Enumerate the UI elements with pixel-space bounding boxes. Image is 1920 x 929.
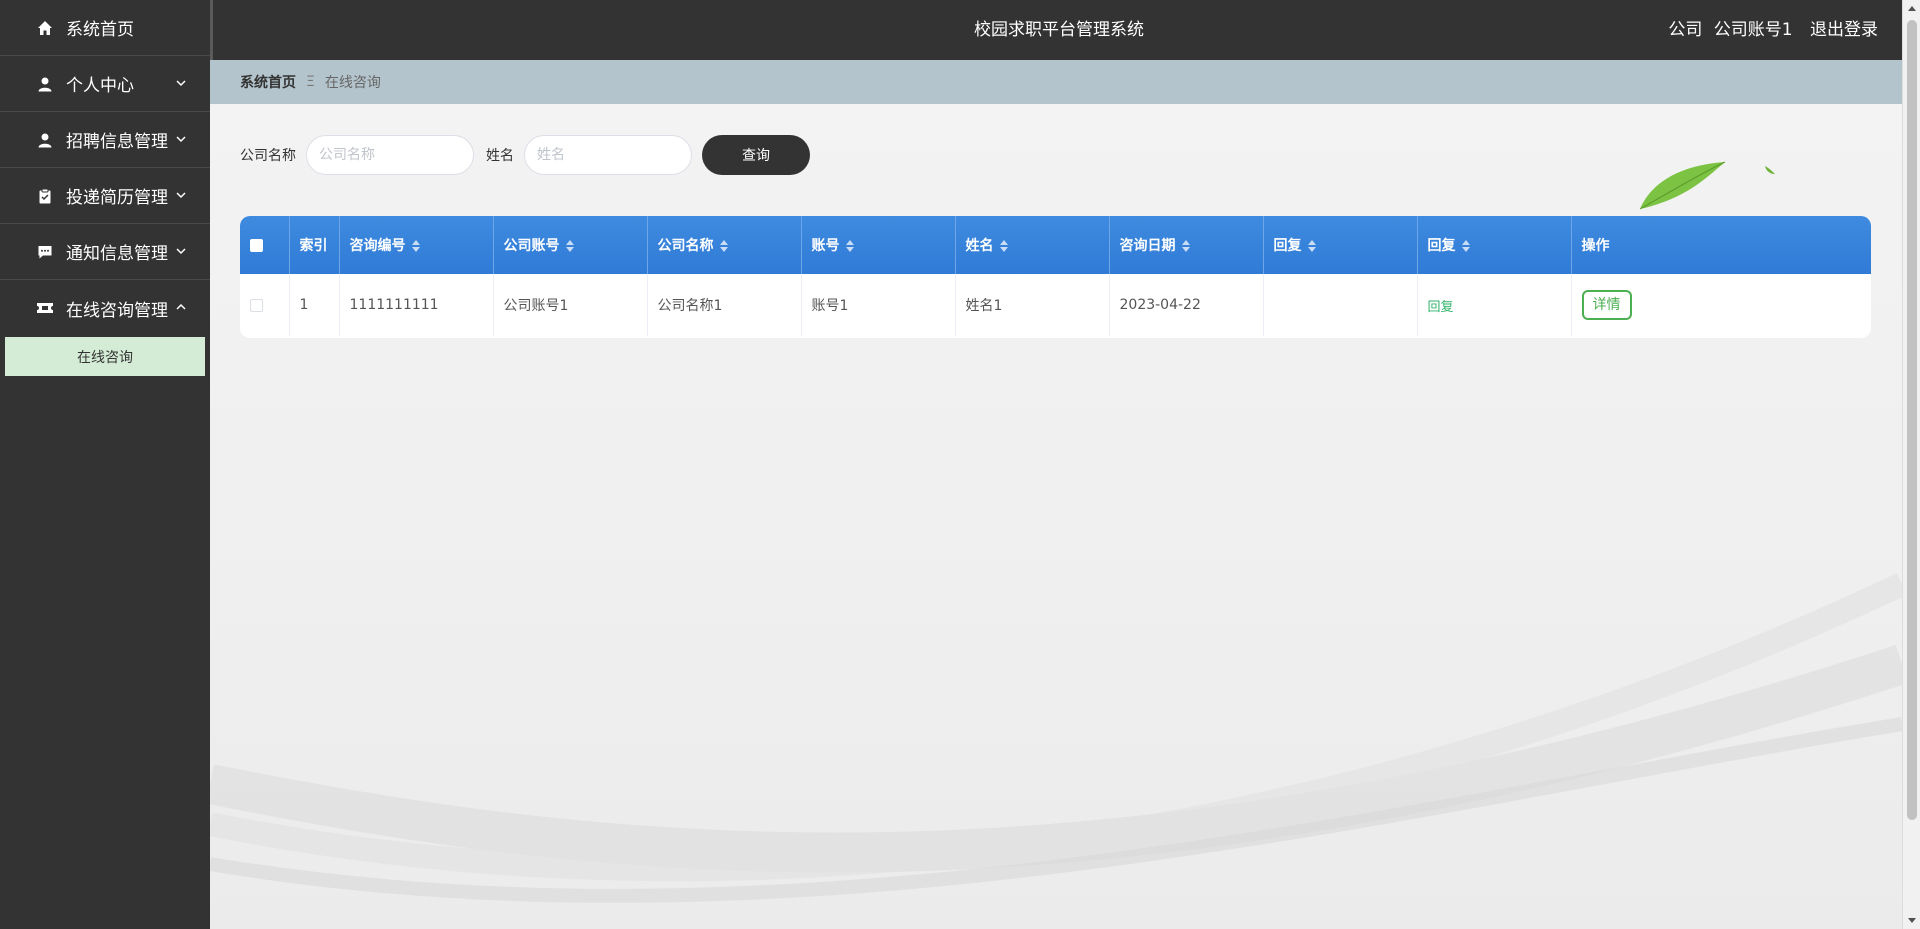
sort-icon[interactable] (1461, 240, 1470, 252)
sidebar-item-label: 招聘信息管理 (66, 132, 168, 152)
sidebar-item-notice[interactable]: 通知信息管理 (0, 224, 210, 280)
sidebar-item-label: 个人中心 (66, 76, 134, 96)
vertical-scrollbar[interactable] (1902, 0, 1920, 929)
sort-icon[interactable] (845, 240, 854, 252)
column-header: 操作 (1581, 238, 1610, 254)
sidebar-item-label: 通知信息管理 (66, 244, 168, 264)
chevron-up-icon (176, 303, 186, 310)
table-row: 1 1111111111 公司账号1 公司名称1 账号1 姓名1 2023-04… (240, 274, 1871, 336)
message-icon (36, 243, 54, 261)
sidebar-item-label: 在线咨询管理 (66, 300, 168, 321)
company-name-label: 公司名称 (240, 148, 296, 164)
column-header[interactable]: 账号 (801, 216, 956, 274)
sort-icon[interactable] (999, 240, 1008, 252)
sort-icon[interactable] (565, 240, 574, 252)
table-header-row: 索引 咨询编号 公司账号 公司名称 账号 姓名 咨询日期 回复 回复 操作 (240, 216, 1871, 274)
sidebar-item-label: 系统首页 (66, 20, 134, 40)
cell-company-name: 公司名称1 (647, 274, 802, 336)
breadcrumb-home[interactable]: 系统首页 (240, 72, 296, 92)
cell-name: 姓名1 (955, 274, 1110, 336)
sidebar-item-resume[interactable]: 投递简历管理 (0, 168, 210, 224)
column-header[interactable]: 回复 (1263, 216, 1418, 274)
scrollbar-thumb[interactable] (1907, 20, 1917, 820)
column-header[interactable]: 公司账号 (493, 216, 648, 274)
select-all-checkbox[interactable] (250, 238, 263, 252)
column-header: 索引 (289, 216, 340, 274)
scroll-up-arrow-icon[interactable] (1908, 6, 1916, 11)
cell-consult-no: 1111111111 (339, 274, 494, 336)
clipboard-icon (36, 187, 54, 205)
reply-link[interactable]: 回复 (1428, 300, 1454, 315)
chevron-down-icon (176, 248, 186, 255)
home-icon (36, 19, 54, 37)
column-header[interactable]: 回复 (1417, 216, 1572, 274)
app-title: 校园求职平台管理系统 (974, 20, 1144, 40)
chevron-down-icon (176, 192, 186, 199)
breadcrumb: 系统首页 Ξ 在线咨询 (210, 60, 1902, 104)
leaf-decoration (1639, 161, 1775, 210)
sort-icon[interactable] (411, 240, 420, 252)
column-header[interactable]: 咨询日期 (1109, 216, 1264, 274)
breadcrumb-current: 在线咨询 (324, 75, 381, 91)
name-label: 姓名 (486, 148, 514, 164)
column-header[interactable]: 姓名 (955, 216, 1110, 274)
user-icon (36, 131, 54, 149)
sidebar: 系统首页 个人中心 招聘信息管理 投递简历管理 通知信息管理 在线咨询管理 在线… (0, 0, 210, 929)
user-account: 公司账号1 (1713, 20, 1793, 40)
ticket-icon (36, 299, 54, 317)
main-content: 公司名称 姓名 查询 索引 咨询编号 公司账号 公司名称 账号 (210, 104, 1902, 929)
sidebar-item-consult[interactable]: 在线咨询管理 (0, 280, 210, 336)
cell-account: 账号1 (801, 274, 956, 336)
consult-table: 索引 咨询编号 公司账号 公司名称 账号 姓名 咨询日期 回复 回复 操作 1 … (240, 216, 1871, 338)
select-all-header[interactable] (240, 216, 290, 274)
sidebar-item-recruitment[interactable]: 招聘信息管理 (0, 112, 210, 168)
sidebar-item-personal-center[interactable]: 个人中心 (0, 56, 210, 112)
row-checkbox[interactable] (250, 298, 263, 312)
detail-button[interactable]: 详情 (1581, 290, 1632, 320)
query-button[interactable]: 查询 (702, 135, 810, 175)
sidebar-subitem-online-consult[interactable]: 在线咨询 (5, 337, 205, 376)
sidebar-item-home[interactable]: 系统首页 (0, 0, 210, 56)
sort-icon[interactable] (719, 240, 728, 252)
cell-action: 详情 (1571, 274, 1871, 336)
top-header: 校园求职平台管理系统 公司 公司账号1 退出登录 (210, 0, 1902, 60)
row-select-cell[interactable] (240, 274, 290, 336)
company-name-input[interactable] (306, 135, 474, 175)
scroll-down-arrow-icon[interactable] (1908, 918, 1916, 923)
column-header[interactable]: 咨询编号 (339, 216, 494, 274)
cell-date: 2023-04-22 (1109, 274, 1264, 336)
user-info: 公司 公司账号1 退出登录 (1662, 0, 1878, 60)
cell-reply-link: 回复 (1417, 274, 1572, 336)
breadcrumb-separator: Ξ (306, 74, 315, 90)
logout-link[interactable]: 退出登录 (1810, 20, 1878, 40)
name-input[interactable] (524, 135, 692, 175)
chevron-down-icon (176, 136, 186, 143)
cell-reply-text (1263, 274, 1418, 336)
user-icon (36, 75, 54, 93)
user-role: 公司 (1668, 20, 1703, 40)
search-bar: 公司名称 姓名 查询 (240, 134, 810, 176)
chevron-down-icon (176, 80, 186, 87)
cell-index: 1 (289, 274, 340, 336)
column-header[interactable]: 公司名称 (647, 216, 802, 274)
sort-icon[interactable] (1307, 240, 1316, 252)
sort-icon[interactable] (1181, 240, 1190, 252)
cell-company-account: 公司账号1 (493, 274, 648, 336)
sidebar-item-label: 投递简历管理 (66, 188, 168, 208)
